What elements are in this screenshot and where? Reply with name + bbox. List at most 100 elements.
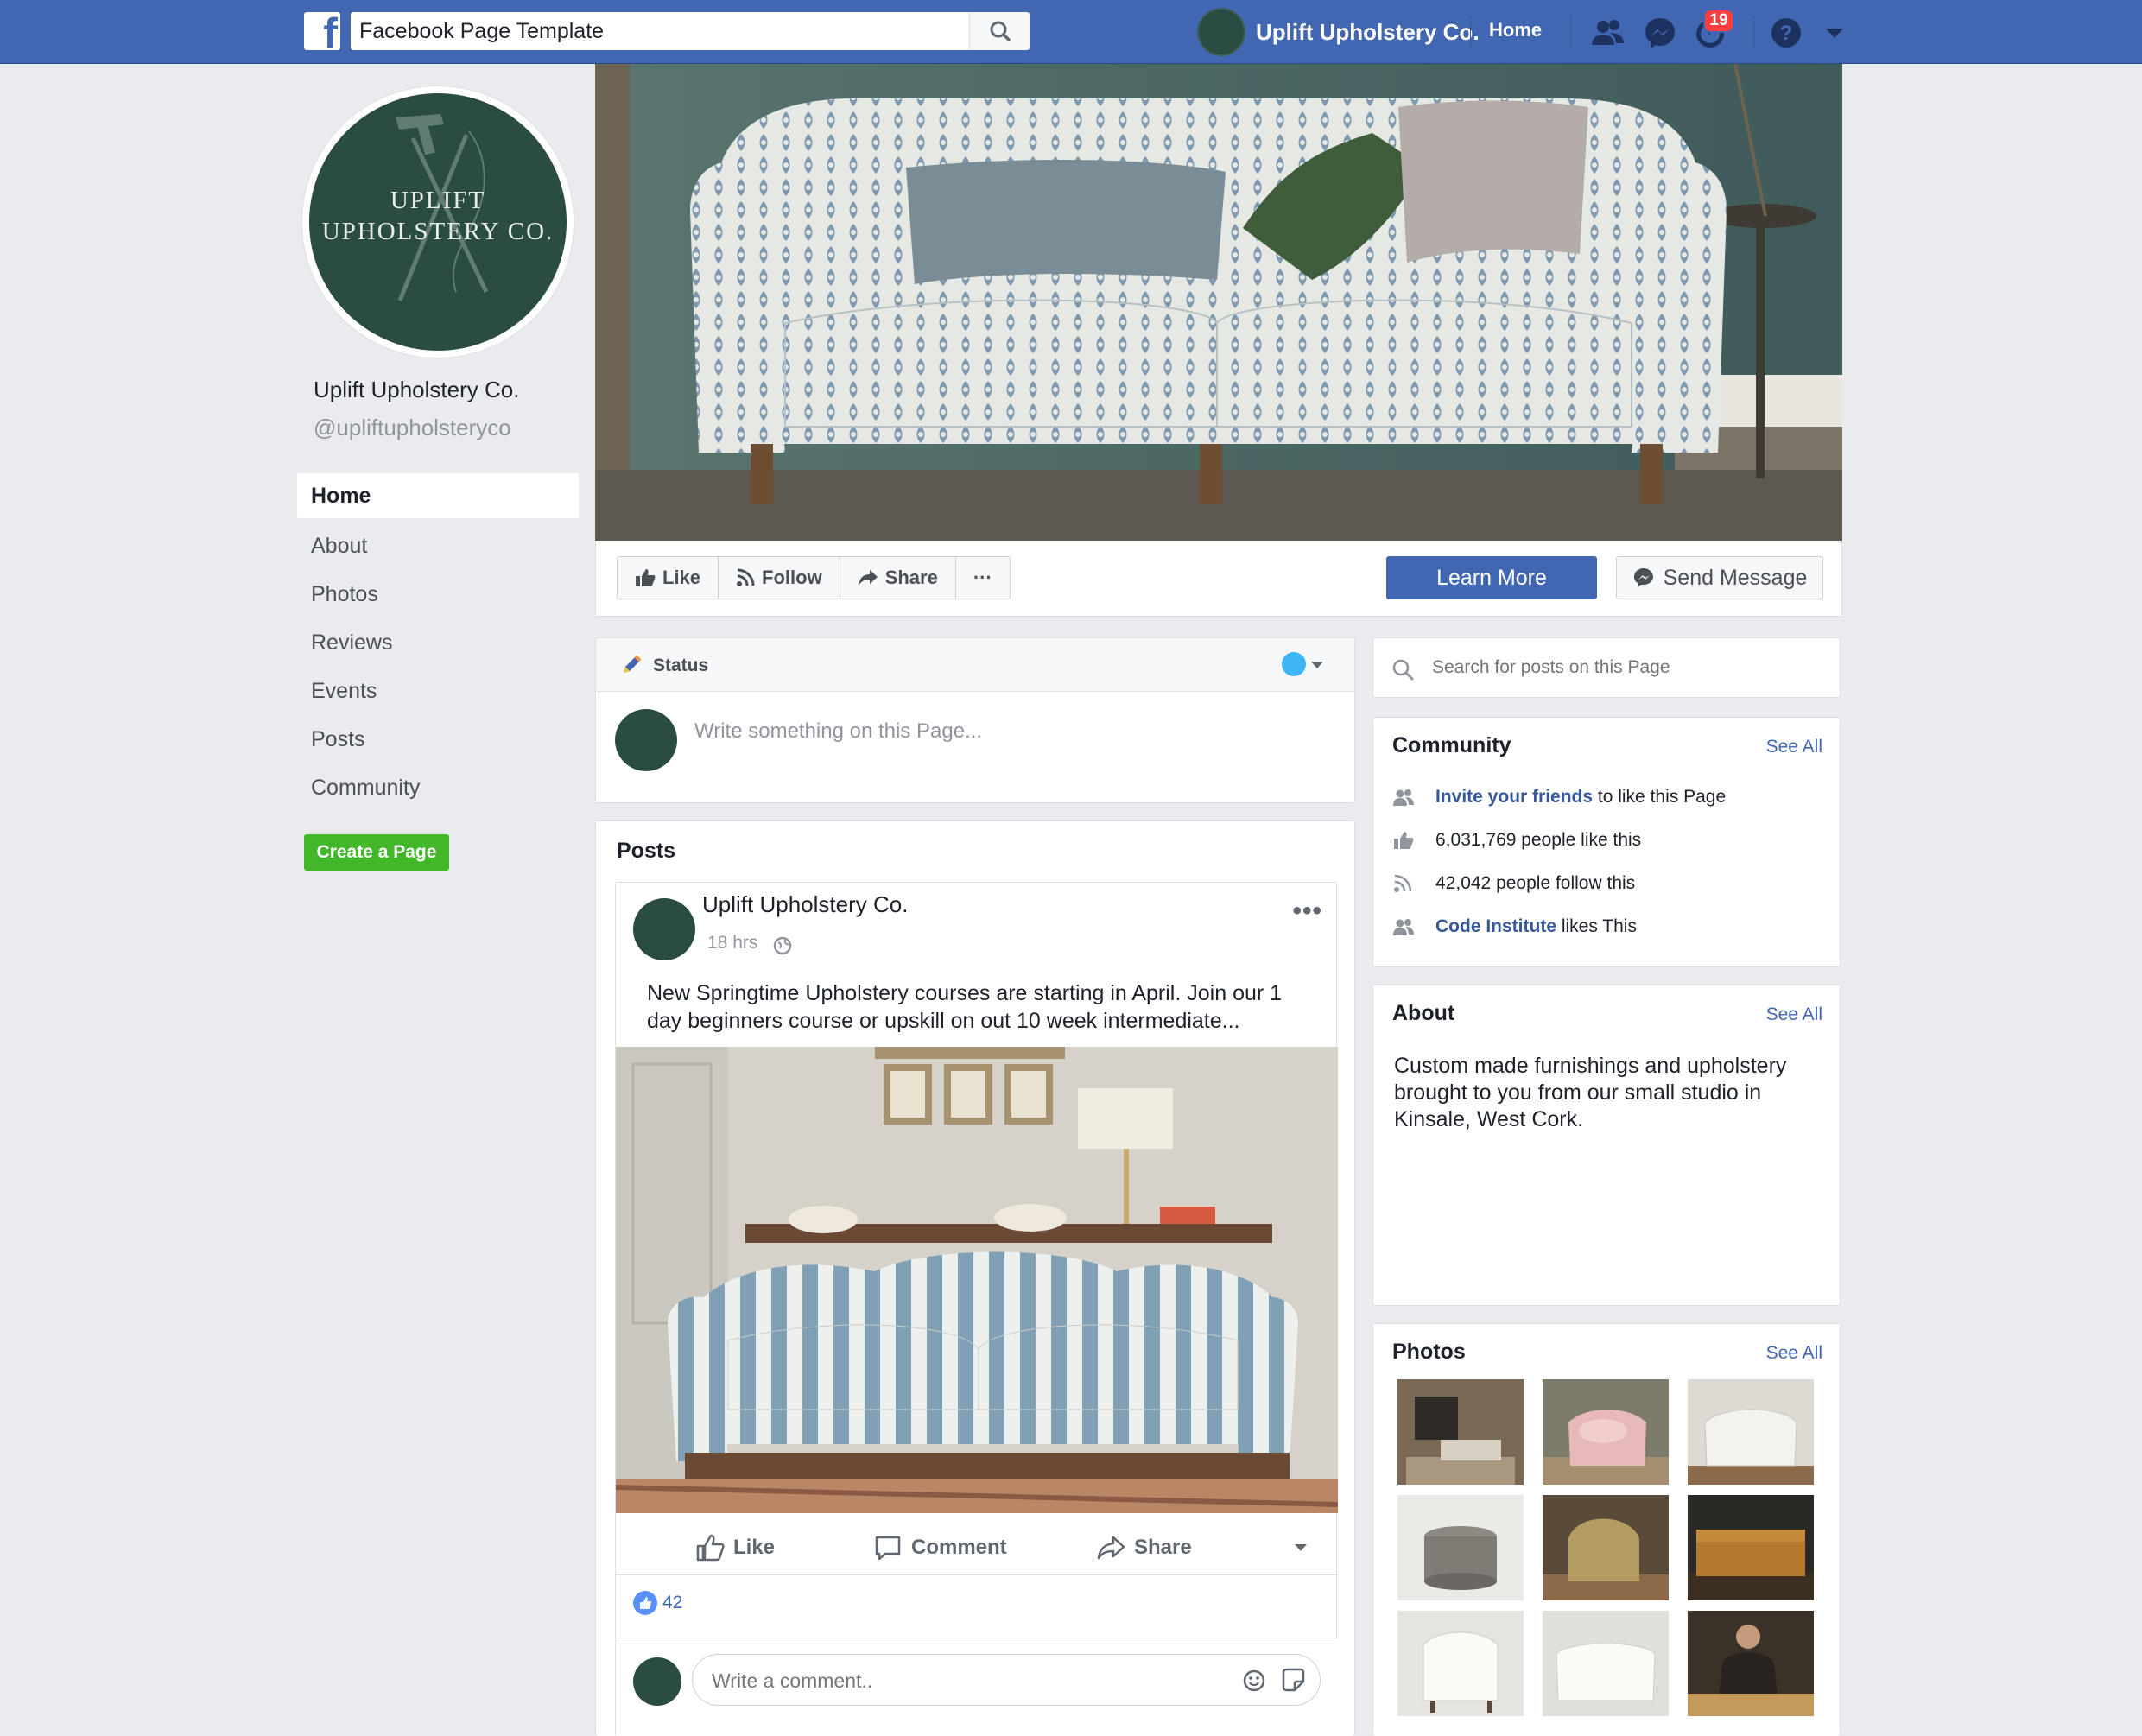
learn-more-button[interactable]: Learn More (1386, 556, 1597, 599)
rss-follow-icon (737, 568, 755, 586)
post-author-name[interactable]: Uplift Upholstery Co. (702, 891, 908, 918)
global-search (351, 12, 1030, 50)
send-message-button[interactable]: Send Message (1616, 556, 1823, 599)
photo-thumbnail[interactable] (1688, 1495, 1814, 1600)
composer-input[interactable]: Write something on this Page... (694, 719, 1299, 744)
sidebar-item-about[interactable]: About (297, 522, 579, 570)
profile-picture[interactable]: UPLIFT UPHOLSTERY CO. (302, 86, 574, 358)
create-page-button[interactable]: Create a Page (304, 834, 449, 871)
page-post-search-input[interactable] (1432, 654, 1812, 681)
follow-page-button[interactable]: Follow (718, 556, 840, 599)
community-likes-row: 6,031,769 people like this (1392, 823, 1641, 858)
like-page-label: Like (662, 567, 701, 588)
about-description: Custom made furnishings and upholstery b… (1394, 1054, 1787, 1131)
post-card: Uplift Upholstery Co. 18 hrs ••• New Spr… (615, 882, 1338, 1736)
messenger-icon (1633, 568, 1653, 587)
sidebar-item-reviews[interactable]: Reviews (297, 618, 579, 667)
post-author-avatar[interactable] (633, 898, 695, 960)
thumbs-up-icon (696, 1534, 725, 1562)
photo-thumbnail[interactable] (1397, 1379, 1524, 1485)
cover-sofa-image (595, 64, 1842, 541)
friends-icon (1393, 919, 1414, 935)
invite-friends-link[interactable]: Invite your friends (1435, 787, 1593, 808)
sidebar-item-posts[interactable]: Posts (297, 715, 579, 763)
photo-thumbnail[interactable] (1543, 1379, 1669, 1485)
account-menu-icon[interactable] (1814, 12, 1855, 54)
photo-thumbnail[interactable] (1397, 1495, 1524, 1600)
nav-home-link[interactable]: Home (1489, 19, 1542, 41)
nav-divider (1470, 16, 1471, 48)
commenter-avatar (633, 1657, 681, 1706)
comment-input[interactable] (712, 1665, 1195, 1696)
photo-thumbnail[interactable] (1543, 1495, 1669, 1600)
post-share-label: Share (1134, 1536, 1192, 1559)
share-page-button[interactable]: Share (839, 556, 956, 599)
share-arrow-icon (858, 570, 878, 586)
post-text: New Springtime Upholstery courses are st… (647, 981, 1283, 1033)
messenger-icon[interactable] (1639, 12, 1681, 54)
photos-see-all-link[interactable]: See All (1766, 1343, 1822, 1364)
composer-tabs: Status (596, 638, 1354, 692)
emoji-icon[interactable] (1242, 1669, 1266, 1693)
liker-link[interactable]: Code Institute (1435, 916, 1556, 937)
posts-heading: Posts (617, 839, 676, 863)
friends-icon[interactable] (1587, 12, 1629, 54)
reaction-summary[interactable]: 42 (633, 1591, 682, 1615)
logo-line-1: UPLIFT (390, 187, 486, 214)
share-audience-chevron-icon[interactable] (1295, 1544, 1307, 1551)
post-timestamp[interactable]: 18 hrs (707, 933, 757, 954)
post-like-label: Like (733, 1536, 776, 1559)
post-like-button[interactable]: Like (695, 1530, 775, 1565)
about-title: About (1392, 1001, 1455, 1025)
help-icon[interactable]: ? (1765, 12, 1807, 54)
photos-card: Photos See All (1372, 1323, 1841, 1736)
follow-page-label: Follow (762, 567, 822, 588)
like-page-button[interactable]: Like (617, 556, 719, 599)
about-see-all-link[interactable]: See All (1766, 1004, 1822, 1025)
page-handle[interactable]: @upliftupholsteryco (314, 415, 511, 441)
nav-profile-name: Uplift Upholstery Co. (1256, 18, 1480, 45)
invite-friends-text: to like this Page (1593, 787, 1727, 807)
sidebar-item-community[interactable]: Community (297, 763, 579, 812)
post-share-button[interactable]: Share (1096, 1530, 1192, 1565)
photo-thumbnail[interactable] (1397, 1611, 1524, 1716)
tab-status[interactable]: Status (653, 656, 708, 676)
comment-box (692, 1654, 1321, 1706)
send-message-label: Send Message (1663, 565, 1808, 590)
more-options-button[interactable]: ··· (954, 556, 1011, 599)
logo-line-2: UPHOLSTERY CO. (321, 218, 555, 245)
page-action-buttons: Like Follow Share ··· (617, 556, 1011, 599)
globe-icon (773, 936, 792, 955)
reaction-count: 42 (662, 1593, 683, 1612)
photo-thumbnail[interactable] (1543, 1611, 1669, 1716)
community-liker-row: Code Institute likes This (1392, 909, 1637, 944)
nav-divider (1570, 16, 1571, 48)
liker-text: likes This (1556, 916, 1637, 936)
page-name[interactable]: Uplift Upholstery Co. (314, 377, 519, 403)
post-image[interactable] (616, 1047, 1338, 1513)
sidebar-item-home[interactable]: Home (297, 473, 579, 518)
sidebar-item-photos[interactable]: Photos (297, 570, 579, 618)
sticker-icon[interactable] (1280, 1667, 1306, 1693)
post-comment-label: Comment (911, 1536, 1007, 1559)
community-follows-row: 42,042 people follow this (1392, 866, 1635, 901)
facebook-logo-icon[interactable]: f (304, 12, 340, 50)
post-options-icon[interactable]: ••• (1292, 897, 1322, 926)
search-icon (1392, 659, 1414, 681)
comment-composer (616, 1638, 1338, 1736)
audience-selector-icon[interactable] (1282, 652, 1306, 676)
photo-thumbnail[interactable] (1688, 1611, 1814, 1716)
nav-profile-link[interactable]: Uplift Upholstery Co. (1197, 7, 1480, 57)
chevron-down-icon[interactable] (1311, 662, 1323, 668)
global-search-input[interactable] (359, 16, 964, 46)
posts-section: Posts Uplift Upholstery Co. 18 hrs ••• N… (595, 820, 1355, 1736)
post-comment-button[interactable]: Comment (873, 1530, 1007, 1565)
more-options-icon: ··· (973, 567, 992, 588)
community-see-all-link[interactable]: See All (1766, 737, 1822, 757)
photo-thumbnail[interactable] (1688, 1379, 1814, 1485)
sidebar-item-events[interactable]: Events (297, 667, 579, 715)
thumbs-up-icon (1394, 832, 1414, 849)
search-button[interactable] (969, 12, 1030, 50)
cover-photo[interactable] (595, 64, 1842, 541)
page-post-search (1372, 637, 1841, 698)
